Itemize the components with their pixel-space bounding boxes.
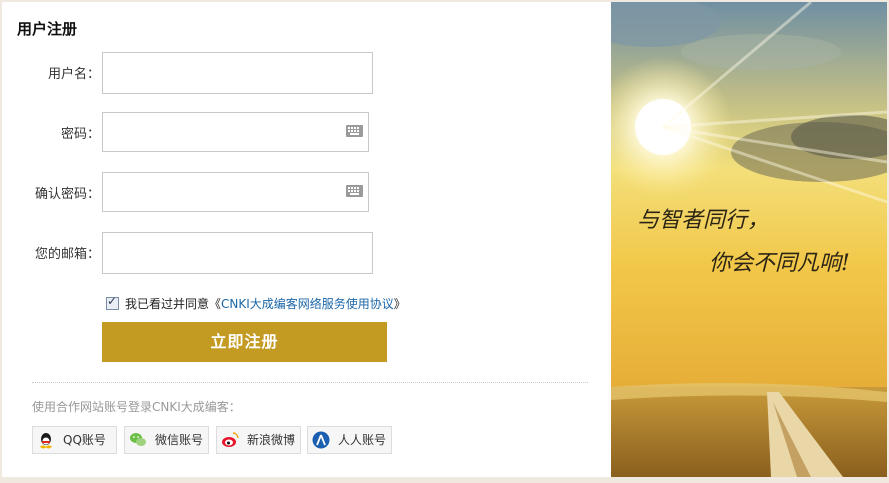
email-label: 您的邮箱： [34,247,100,262]
confirm-password-row: 确认密码： [2,172,611,212]
password-input[interactable] [102,112,369,152]
banner-slogan-line2: 你会不同凡响! [709,251,850,276]
wechat-icon [130,433,146,446]
weibo-icon [222,432,239,447]
renren-icon [312,431,330,449]
renren-login-button[interactable]: 人人账号 [307,426,392,454]
confirm-password-label: 确认密码： [34,187,100,202]
register-form-panel: 用户注册 用户名： 密码： 确认密码： 您的邮箱： 我已看过并同意《CNKI大成… [2,2,611,477]
weibo-login-button[interactable]: 新浪微博 [216,426,301,454]
qq-login-button[interactable]: QQ账号 [32,426,117,454]
register-button[interactable]: 立即注册 [102,322,387,362]
agreement-suffix: 》 [393,297,406,311]
renren-login-label: 人人账号 [338,433,387,447]
keyboard-icon[interactable] [346,125,363,137]
agreement-row: 我已看过并同意《CNKI大成编客网络服务使用协议》 [106,294,406,313]
qq-icon [40,433,52,449]
confirm-password-input[interactable] [102,172,369,212]
username-row: 用户名： [2,52,611,94]
email-input[interactable] [102,232,373,274]
qq-login-label: QQ账号 [63,433,106,447]
username-input[interactable] [102,52,373,94]
agreement-checkbox[interactable] [106,294,119,310]
keyboard-icon[interactable] [346,185,363,197]
page-title: 用户注册 [17,20,78,38]
password-label: 密码： [60,127,100,142]
username-label: 用户名： [47,67,100,82]
password-row: 密码： [2,112,611,152]
register-frame: 用户注册 用户名： 密码： 确认密码： 您的邮箱： 我已看过并同意《CNKI大成… [2,2,887,477]
wechat-login-label: 微信账号 [155,433,204,447]
partner-login-label: 使用合作网站账号登录CNKI大成编客： [32,400,241,414]
weibo-login-label: 新浪微博 [247,433,296,447]
banner-image: 与智者同行， 你会不同凡响! [611,2,887,477]
divider [32,382,588,383]
agreement-prefix: 我已看过并同意《 [125,297,222,311]
banner-slogan-line1: 与智者同行， [637,208,770,233]
agreement-link[interactable]: CNKI大成编客网络服务使用协议 [221,297,394,311]
wechat-login-button[interactable]: 微信账号 [124,426,209,454]
email-row: 您的邮箱： [2,232,611,274]
sunset-road-image [611,2,887,477]
